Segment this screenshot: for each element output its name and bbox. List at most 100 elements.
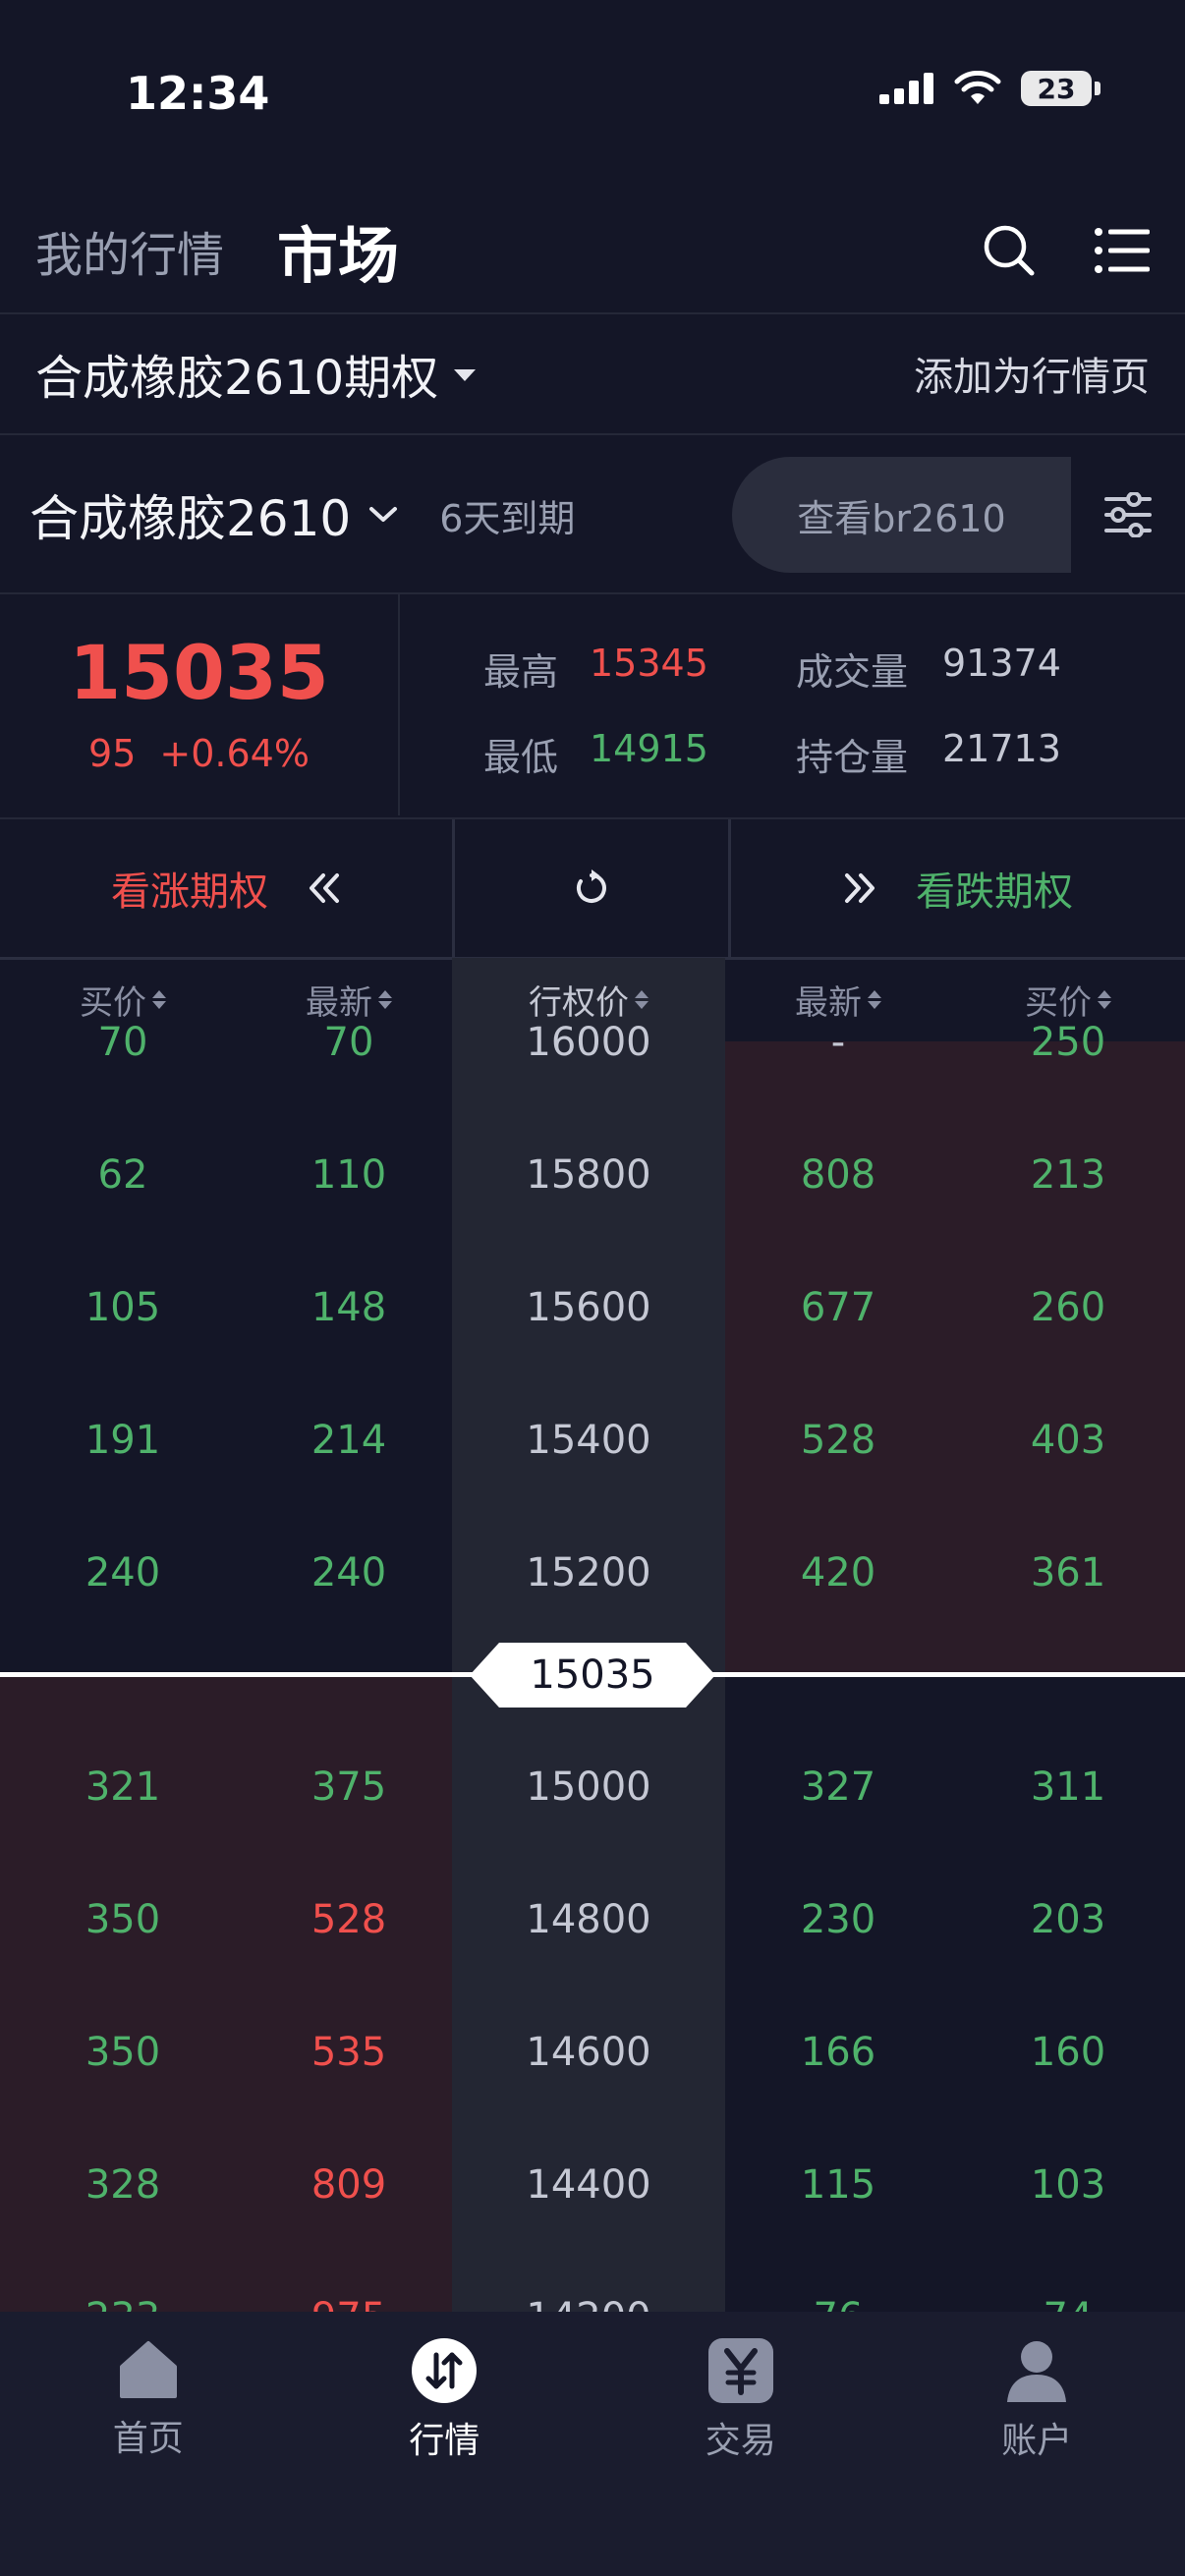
call-last: 148 <box>310 1284 387 1330</box>
put-last: 76 <box>725 2295 951 2313</box>
put-last: 528 <box>800 1417 876 1463</box>
quote-panel: 15035 95 +0.64% 最高 15345 成交量 91374 最低 14… <box>0 594 1185 815</box>
double-chevron-right-icon <box>845 873 875 903</box>
high-label: 最高 <box>483 650 559 694</box>
put-options-tab[interactable]: 看跌期权 <box>731 819 1185 957</box>
call-bid: 328 <box>85 2161 161 2208</box>
search-icon[interactable] <box>983 224 1036 277</box>
call-last: 975 <box>246 2295 452 2313</box>
underlying-price-tag: 15035 <box>470 1643 715 1708</box>
high-value: 15345 <box>590 642 708 685</box>
yen-icon <box>707 2338 773 2403</box>
divider <box>0 433 1185 435</box>
call-bid: 70 <box>97 1019 148 1065</box>
put-last: 808 <box>800 1151 876 1198</box>
table-row[interactable]: 191 214 15400 528 403 <box>0 1373 1185 1506</box>
nav-account-label: 账户 <box>1001 2421 1073 2461</box>
put-last: 327 <box>800 1764 876 1810</box>
put-bid: 403 <box>1030 1417 1106 1463</box>
tab-market[interactable]: 市场 <box>277 206 399 295</box>
put-last: 677 <box>800 1284 876 1330</box>
filter-settings-button[interactable] <box>1071 457 1185 573</box>
call-bid: 350 <box>85 2029 161 2075</box>
strike-price: 15200 <box>526 1549 651 1596</box>
status-time: 12:34 <box>126 67 270 120</box>
header: 我的行情 市场 <box>35 201 1150 300</box>
put-last: 230 <box>800 1896 876 1942</box>
call-bid: 240 <box>85 1549 161 1596</box>
call-last: 214 <box>310 1417 387 1463</box>
open-interest-value: 21713 <box>942 727 1061 770</box>
call-last: 528 <box>310 1896 387 1942</box>
put-bid: 213 <box>1030 1151 1106 1198</box>
caret-down-icon <box>454 369 477 381</box>
table-row[interactable]: 62 110 15800 808 213 <box>0 1108 1185 1241</box>
table-row[interactable]: 105 148 15600 677 260 <box>0 1241 1185 1373</box>
list-menu-icon[interactable] <box>1095 228 1150 273</box>
table-row[interactable]: 240 240 15200 420 361 <box>0 1506 1185 1639</box>
call-last: 240 <box>310 1549 387 1596</box>
volume-label: 成交量 <box>796 650 909 694</box>
nav-home[interactable]: 首页 <box>0 2312 297 2576</box>
put-last: 115 <box>800 2161 876 2208</box>
options-table: 买价 最新 行权价 最新 买价 70 70 16000 - 250 62 110… <box>0 958 1185 2312</box>
nav-market[interactable]: 行情 <box>297 2312 593 2576</box>
put-bid: 260 <box>1030 1284 1106 1330</box>
strike-price: 15600 <box>526 1284 651 1330</box>
contract-row: 合成橡胶2610 6天到期 查看br2610 <box>29 438 1185 591</box>
nav-account[interactable]: 账户 <box>889 2312 1185 2576</box>
view-underlying-button[interactable]: 查看br2610 <box>732 457 1071 573</box>
call-bid: 321 <box>85 1764 161 1810</box>
table-row[interactable]: 328 809 14400 115 103 <box>0 2118 1185 2251</box>
options-header: 看涨期权 看跌期权 <box>0 817 1185 960</box>
bottom-nav: 首页 行情 交易 账户 <box>0 2312 1185 2576</box>
product-title: 合成橡胶2610期权 <box>35 351 439 406</box>
put-options-label: 看跌期权 <box>916 869 1073 915</box>
table-row[interactable]: 350 535 14600 166 160 <box>0 1986 1185 2118</box>
contract-selector[interactable]: 合成橡胶2610 <box>29 479 398 550</box>
price-summary: 15035 95 +0.64% <box>0 594 400 815</box>
call-last: 375 <box>310 1764 387 1810</box>
price-change-pct: +0.64% <box>159 731 310 775</box>
nav-trade[interactable]: 交易 <box>592 2312 889 2576</box>
call-last: 70 <box>323 1019 374 1065</box>
call-bid: 191 <box>85 1417 161 1463</box>
cellular-signal-icon <box>879 73 933 104</box>
sliders-icon <box>1104 492 1152 537</box>
low-label: 最低 <box>483 736 559 779</box>
put-last: 420 <box>800 1549 876 1596</box>
table-row[interactable]: 70 70 16000 - 250 <box>0 976 1185 1108</box>
add-quote-page-button[interactable]: 添加为行情页 <box>914 345 1150 402</box>
table-row[interactable]: 350 528 14800 230 203 <box>0 1853 1185 1986</box>
tab-my-quotes[interactable]: 我的行情 <box>35 216 224 285</box>
price-change: 95 <box>88 731 137 775</box>
expiry-label: 6天到期 <box>439 496 576 540</box>
nav-home-label: 首页 <box>112 2419 184 2459</box>
call-last: 110 <box>310 1151 387 1198</box>
double-chevron-left-icon <box>310 873 339 903</box>
refresh-button[interactable] <box>455 819 731 957</box>
contract-title: 合成橡胶2610 <box>29 490 352 547</box>
low-value: 14915 <box>590 727 708 770</box>
product-row: 合成橡胶2610期权 添加为行情页 <box>35 314 1150 432</box>
put-last: 166 <box>800 2029 876 2075</box>
table-row[interactable]: 321 375 15000 327 311 <box>0 1720 1185 1853</box>
call-options-tab[interactable]: 看涨期权 <box>0 819 455 957</box>
home-icon <box>119 2341 177 2398</box>
product-selector[interactable]: 合成橡胶2610期权 <box>35 339 477 408</box>
put-bid: 160 <box>1030 2029 1106 2075</box>
call-options-label: 看涨期权 <box>111 869 268 915</box>
put-bid: 103 <box>1030 2161 1106 2208</box>
table-row[interactable]: 233 975 14200 76 74 <box>0 2251 1185 2313</box>
battery-level: 23 <box>1021 71 1092 106</box>
refresh-icon <box>577 869 606 903</box>
nav-market-label: 行情 <box>409 2421 480 2461</box>
call-bid: 233 <box>0 2295 246 2313</box>
strike-price: 14800 <box>526 1896 651 1942</box>
call-bid: 105 <box>85 1284 161 1330</box>
strike-price: 15400 <box>526 1417 651 1463</box>
call-bid: 62 <box>97 1151 148 1198</box>
quote-stats: 最高 15345 成交量 91374 最低 14915 持仓量 21713 <box>400 594 1185 815</box>
wifi-icon <box>954 71 1001 104</box>
last-price: 15035 <box>69 628 329 716</box>
